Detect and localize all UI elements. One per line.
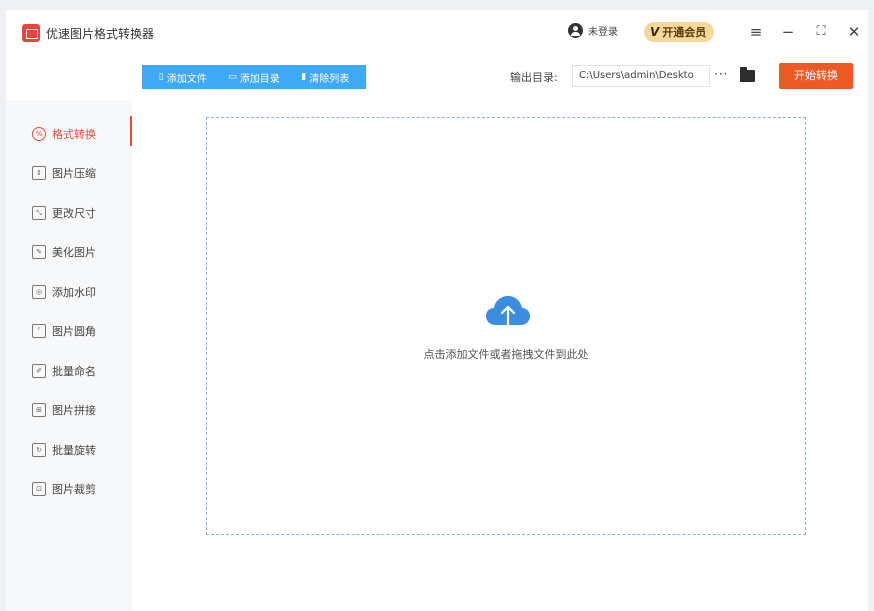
sidebar-item-image-compress[interactable]: ⇕ 图片压缩: [6, 154, 132, 193]
file-drop-zone[interactable]: 点击添加文件或者拖拽文件到此处: [206, 117, 806, 535]
sidebar-item-batch-rotate[interactable]: ↻ 批量旋转: [6, 430, 132, 469]
app-logo-icon: [22, 24, 40, 42]
batch-rename-icon: ✐: [32, 363, 46, 378]
menu-icon[interactable]: ≡: [746, 22, 766, 42]
drop-hint-text: 点击添加文件或者拖拽文件到此处: [423, 348, 589, 361]
file-button-group: ▯ 添加文件 ▭ 添加目录 ▮ 清除列表: [142, 65, 366, 89]
sidebar-item-label: 格式转换: [52, 127, 96, 141]
batch-rotate-icon: ↻: [32, 442, 46, 457]
trash-icon: ▮: [301, 72, 307, 82]
vip-label: 开通会员: [662, 26, 707, 39]
cloud-upload-icon: [486, 296, 530, 329]
sidebar-item-image-stitch[interactable]: ⊞ 图片拼接: [6, 391, 132, 430]
sidebar: % 格式转换 ⇕ 图片压缩 ⤡ 更改尺寸 ✎ 美化图片 ◎ 添加水印 ⌜ 图片圆角 ✐ 批量命名 ⊞ 图片拼接…: [6, 100, 132, 611]
sidebar-item-label: 添加水印: [52, 285, 96, 299]
login-button[interactable]: 未登录: [568, 23, 618, 38]
open-folder-icon[interactable]: [740, 67, 755, 82]
file-icon: ▯: [158, 72, 164, 82]
sidebar-item-format-convert[interactable]: % 格式转换: [6, 114, 132, 153]
round-corner-icon: ⌜: [32, 324, 46, 338]
sidebar-item-resize[interactable]: ⤡ 更改尺寸: [6, 193, 132, 232]
minimize-icon[interactable]: −: [778, 22, 798, 42]
add-folder-button[interactable]: ▭ 添加目录: [228, 70, 280, 85]
sidebar-item-label: 更改尺寸: [52, 206, 96, 220]
sidebar-item-watermark[interactable]: ◎ 添加水印: [6, 272, 132, 311]
title-bar: 优速图片格式转换器 未登录 V 开通会员 ≡ − ⛶ ✕: [6, 10, 868, 54]
browse-more-button[interactable]: ···: [714, 67, 728, 81]
sidebar-item-label: 美化图片: [52, 246, 96, 259]
beautify-icon: ✎: [32, 245, 46, 259]
sidebar-item-beautify[interactable]: ✎ 美化图片: [6, 233, 132, 272]
sidebar-item-label: 图片圆角: [52, 325, 96, 338]
format-convert-icon: %: [32, 126, 46, 141]
image-compress-icon: ⇕: [32, 166, 46, 180]
watermark-icon: ◎: [32, 284, 46, 299]
maximize-icon[interactable]: ⛶: [811, 22, 831, 42]
start-convert-button[interactable]: 开始转换: [779, 63, 853, 89]
sidebar-item-label: 图片裁剪: [52, 483, 96, 496]
app-title: 优速图片格式转换器: [46, 27, 155, 41]
image-stitch-icon: ⊞: [32, 403, 46, 417]
sidebar-item-batch-rename[interactable]: ✐ 批量命名: [6, 351, 132, 390]
clear-list-button[interactable]: ▮ 清除列表: [301, 70, 349, 85]
sidebar-item-round-corner[interactable]: ⌜ 图片圆角: [6, 312, 132, 351]
sidebar-item-label: 图片拼接: [52, 404, 96, 417]
output-dir-label: 输出目录:: [510, 71, 558, 84]
add-file-button[interactable]: ▯ 添加文件: [159, 70, 207, 85]
resize-icon: ⤡: [32, 205, 46, 220]
folder-outline-icon: ▭: [228, 72, 237, 82]
sidebar-item-image-crop[interactable]: ⊡ 图片裁剪: [6, 470, 132, 509]
close-icon[interactable]: ✕: [844, 22, 864, 42]
user-icon: [568, 23, 583, 38]
vip-icon: V: [650, 25, 660, 39]
vip-button[interactable]: V 开通会员: [644, 22, 715, 42]
sidebar-item-label: 图片压缩: [52, 167, 96, 180]
sidebar-item-label: 批量命名: [52, 364, 96, 378]
sidebar-item-label: 批量旋转: [52, 443, 96, 457]
output-dir-field[interactable]: C:\Users\admin\Deskto: [572, 65, 710, 87]
app-window: 优速图片格式转换器 未登录 V 开通会员 ≡ − ⛶ ✕ ▯ 添加文件 ▭ 添加…: [6, 10, 868, 611]
login-label: 未登录: [588, 27, 618, 38]
image-crop-icon: ⊡: [32, 482, 46, 496]
